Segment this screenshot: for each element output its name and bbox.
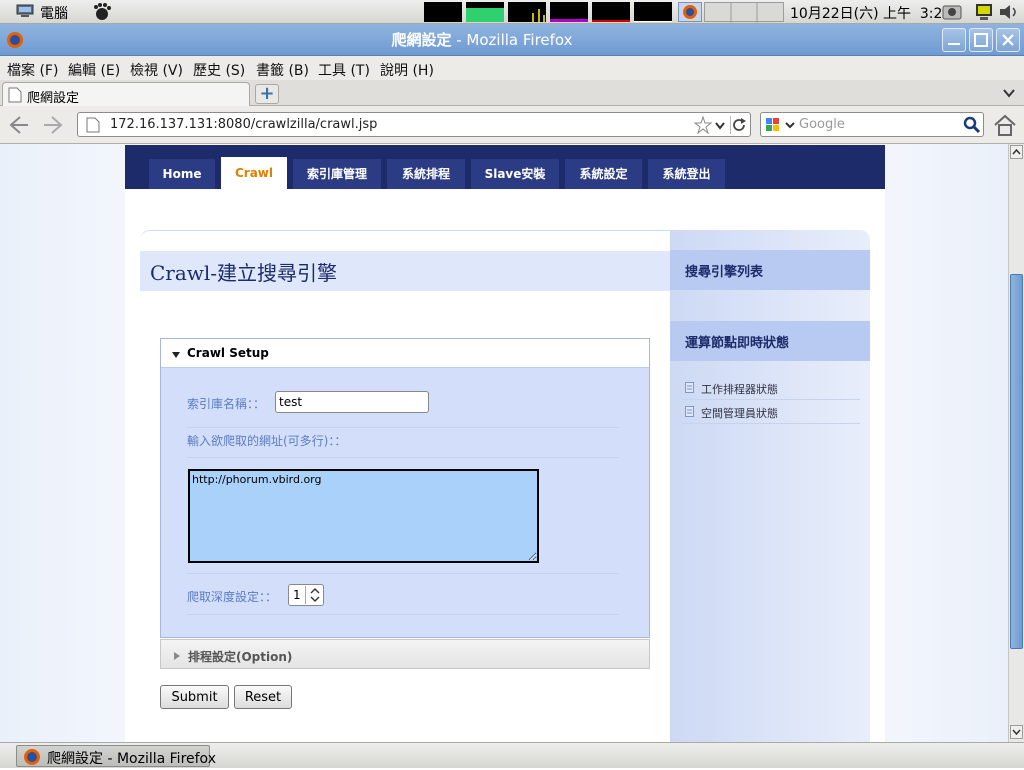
index-name-input[interactable]: [275, 391, 429, 413]
tab-title: 爬網設定: [27, 91, 80, 106]
nav-index-management[interactable]: 索引庫管理: [293, 159, 381, 189]
site-nav: Home Crawl 索引庫管理 系統排程 Slave安裝 系統設定 系統登出: [125, 145, 885, 189]
top-panel: 電腦 10月22日(六) 上午 3:27: [0, 0, 1024, 24]
nav-home[interactable]: Home: [149, 159, 215, 189]
menu-bookmarks[interactable]: 書籤 (B): [256, 60, 309, 80]
menu-bar: 檔案 (F) 編輯 (E) 檢視 (V) 歷史 (S) 書籤 (B) 工具 (T…: [0, 56, 1024, 80]
list-bullet-icon: [685, 406, 694, 417]
tab-active[interactable]: 爬網設定: [2, 82, 250, 107]
close-button[interactable]: [996, 28, 1020, 52]
reset-button[interactable]: Reset: [234, 685, 292, 709]
depth-label: 爬取深度設定：：: [187, 590, 278, 604]
triangle-right-icon: [173, 650, 181, 660]
list-bullet-icon: [685, 382, 694, 393]
menu-edit[interactable]: 編輯 (E): [68, 60, 120, 80]
menu-history[interactable]: 歷史 (S): [193, 60, 245, 80]
vertical-scrollbar[interactable]: [1008, 144, 1024, 742]
site-page-icon: [86, 117, 100, 133]
tab-bar: 爬網設定 +: [0, 80, 1024, 107]
divider: [187, 457, 619, 458]
depth-select[interactable]: 1: [288, 584, 324, 606]
depth-value: 1: [293, 588, 301, 602]
scroll-up-arrow-icon[interactable]: [1010, 145, 1023, 159]
schedule-section-header[interactable]: 排程設定(Option): [160, 639, 650, 669]
divider: [187, 614, 619, 615]
search-bar[interactable]: Google: [760, 112, 984, 137]
divider: [187, 573, 619, 574]
submit-button[interactable]: Submit: [160, 685, 229, 709]
window-title-page: 爬網設定: [391, 31, 452, 49]
nav-crawl[interactable]: Crawl: [221, 157, 287, 189]
home-icon[interactable]: [992, 113, 1018, 137]
page-icon: [8, 87, 22, 103]
job-scheduler-status-link[interactable]: 工作排程器狀態: [701, 381, 778, 397]
url-text[interactable]: 172.16.137.131:8080/crawlzilla/crawl.jsp: [110, 117, 377, 132]
scrollbar-thumb[interactable]: [1010, 274, 1023, 649]
sidebar: 搜尋引擎列表 運算節點即時狀態 工作排程器狀態 空間管理員狀態: [670, 230, 870, 742]
schedule-title: 排程設定(Option): [188, 650, 293, 664]
nav-system-settings[interactable]: 系統設定: [565, 159, 642, 189]
divider: [187, 427, 619, 428]
scroll-down-arrow-icon[interactable]: [1010, 725, 1023, 739]
crawl-setup-title: Crawl Setup: [187, 346, 269, 360]
page-title: Crawl-建立搜尋引擎: [150, 261, 338, 285]
computer-menu-label[interactable]: 電腦: [40, 3, 68, 23]
url-bar[interactable]: 172.16.137.131:8080/crawlzilla/crawl.jsp: [77, 112, 751, 137]
menu-tools[interactable]: 工具 (T): [318, 60, 370, 80]
crawl-setup-section: Crawl Setup 索引庫名稱：： 輸入欲爬取的網址(可多行)：： http…: [160, 338, 650, 638]
screenshot-icon[interactable]: [942, 3, 962, 21]
menu-file[interactable]: 檔案 (F): [7, 60, 58, 80]
bookmark-star-icon[interactable]: [693, 115, 713, 135]
crawl-setup-header[interactable]: Crawl Setup: [161, 339, 649, 368]
menu-view[interactable]: 檢視 (V): [130, 60, 183, 80]
tab-list-chevron-icon[interactable]: [1002, 86, 1016, 100]
space-manager-status-link[interactable]: 空間管理員狀態: [701, 405, 778, 421]
nav-system-schedule[interactable]: 系統排程: [387, 159, 465, 189]
sidebar-link-job-scheduler[interactable]: 工作排程器狀態: [682, 378, 860, 400]
triangle-down-icon: [171, 349, 181, 359]
new-tab-button[interactable]: +: [255, 84, 279, 104]
network-icon[interactable]: [974, 2, 996, 22]
page-content: Home Crawl 索引庫管理 系統排程 Slave安裝 系統設定 系統登出 …: [0, 144, 1008, 742]
maximize-button[interactable]: [969, 28, 993, 52]
navigation-toolbar: 172.16.137.131:8080/crawlzilla/crawl.jsp…: [0, 106, 1024, 144]
node-status-title: 運算節點即時狀態: [685, 336, 790, 351]
sidebar-link-space-manager[interactable]: 空間管理員狀態: [682, 402, 860, 424]
clock[interactable]: 10月22日(六) 上午 3:27: [790, 3, 951, 23]
spinner-icon: [305, 586, 323, 604]
computer-icon[interactable]: [16, 4, 34, 18]
workspace-switcher[interactable]: [704, 2, 784, 23]
urls-textarea[interactable]: http://phorum.vbird.org: [188, 469, 539, 563]
engine-list-title[interactable]: 搜尋引擎列表: [685, 261, 763, 280]
window-title-app: - Mozilla Firefox: [451, 31, 573, 49]
nav-logout[interactable]: 系統登出: [648, 159, 725, 189]
bottom-taskbar: 爬網設定 - Mozilla Firefox: [0, 742, 1024, 768]
taskbar-task-label: 爬網設定 - Mozilla Firefox: [47, 751, 216, 767]
gnome-foot-icon[interactable]: [92, 2, 112, 22]
firefox-icon: [23, 748, 41, 766]
search-engine-google-icon[interactable]: [764, 116, 798, 134]
search-placeholder[interactable]: Google: [799, 117, 845, 132]
firefox-launcher-icon[interactable]: [678, 2, 702, 22]
window-title: 爬網設定 - Mozilla Firefox: [0, 24, 964, 56]
menu-help[interactable]: 說明 (H): [380, 60, 434, 80]
taskbar-firefox-task[interactable]: 爬網設定 - Mozilla Firefox: [16, 745, 216, 767]
index-name-label: 索引庫名稱：：: [187, 397, 266, 411]
system-monitor-graphs[interactable]: [422, 1, 674, 23]
main-panel: Crawl-建立搜尋引擎 Crawl Setup 索引庫名稱：： 輸入欲爬取的網…: [140, 230, 670, 742]
back-arrow-icon[interactable]: [6, 114, 30, 136]
search-icon[interactable]: [963, 116, 981, 134]
nav-slave-install[interactable]: Slave安裝: [471, 159, 559, 189]
volume-icon[interactable]: [998, 3, 1020, 21]
urls-label: 輸入欲爬取的網址(可多行)：：: [187, 434, 347, 448]
reload-icon[interactable]: [730, 116, 748, 134]
forward-arrow-icon[interactable]: [42, 114, 66, 136]
window-titlebar[interactable]: 爬網設定 - Mozilla Firefox: [0, 24, 1024, 56]
url-dropdown-chevron-icon[interactable]: [714, 118, 726, 132]
minimize-button[interactable]: [942, 28, 966, 52]
